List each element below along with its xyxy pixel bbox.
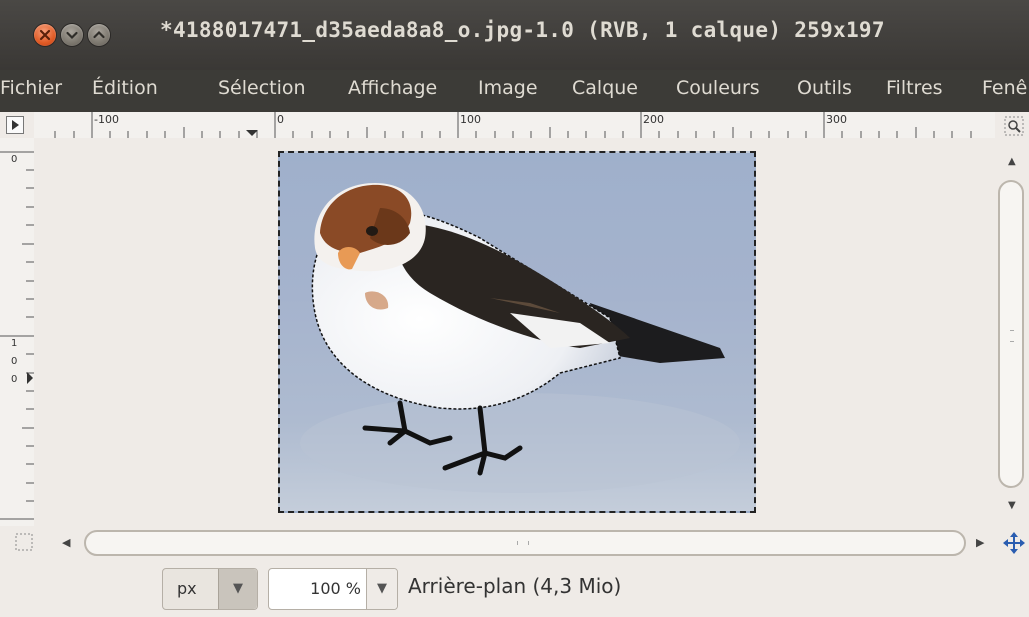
hruler-label-300: 300 [826, 113, 847, 126]
menu-view[interactable]: Affichage [348, 77, 437, 99]
menu-windows[interactable]: Fenê [982, 77, 1027, 99]
vruler-label-0c: 0 [11, 374, 17, 385]
zoom-selector[interactable]: 100 % ▼ [268, 568, 398, 610]
unit-value: px [177, 579, 197, 598]
scroll-down-arrow-icon[interactable]: ▼ [1008, 500, 1016, 511]
menu-edit[interactable]: Édition [92, 77, 158, 99]
menu-colors[interactable]: Couleurs [676, 77, 760, 99]
window-title: *4188017471_d35aeda8a8_o.jpg-1.0 (RVB, 1… [160, 18, 885, 42]
unit-selector[interactable]: px ▼ [162, 568, 258, 610]
scroll-left-arrow-icon[interactable]: ◀ [62, 536, 70, 549]
hruler-label-100: 100 [460, 113, 481, 126]
vruler-pointer-icon [27, 372, 33, 384]
layer-status-text: Arrière-plan (4,3 Mio) [408, 574, 622, 598]
vertical-scrollbar[interactable] [998, 180, 1024, 488]
zoom-fit-icon[interactable] [1004, 116, 1024, 136]
horizontal-scrollbar[interactable] [84, 530, 966, 556]
close-icon[interactable] [34, 24, 56, 46]
snow-bunting-photo [300, 183, 740, 493]
quick-mask-toggle-icon[interactable] [14, 532, 34, 552]
navigate-move-icon[interactable] [1002, 531, 1026, 555]
horizontal-ruler[interactable]: -100 0 100 200 300 [34, 112, 995, 139]
hruler-label-0: 0 [277, 113, 284, 126]
vruler-label-0: 0 [11, 154, 17, 165]
minimize-icon[interactable] [61, 24, 83, 46]
scroll-up-arrow-icon[interactable]: ▲ [1008, 156, 1016, 167]
menu-file[interactable]: Fichier [0, 77, 62, 99]
title-bar: *4188017471_d35aeda8a8_o.jpg-1.0 (RVB, 1… [0, 0, 1029, 70]
menu-filters[interactable]: Filtres [886, 77, 943, 99]
horizontal-scrollbar-grip[interactable] [517, 541, 529, 545]
vruler-label-0b: 0 [11, 356, 17, 367]
ruler-pointer-icon [246, 130, 258, 136]
menu-select[interactable]: Sélection [218, 77, 306, 99]
vertical-scrollbar-grip[interactable] [1010, 330, 1014, 342]
vertical-ruler[interactable]: 0 1 0 0 [0, 138, 35, 526]
navigation-menu-button[interactable] [6, 116, 24, 134]
menu-tools[interactable]: Outils [797, 77, 852, 99]
hruler-label-200: 200 [643, 113, 664, 126]
scroll-right-arrow-icon[interactable]: ▶ [976, 536, 984, 549]
menu-layer[interactable]: Calque [572, 77, 638, 99]
hruler-label-minus100: -100 [94, 113, 119, 126]
zoom-value[interactable]: 100 % [310, 579, 361, 598]
menu-bar: Fichier Édition Sélection Affichage Imag… [0, 70, 1029, 112]
vruler-label-1: 1 [11, 338, 17, 349]
chevron-down-icon[interactable]: ▼ [218, 569, 257, 609]
chevron-down-icon[interactable]: ▼ [366, 569, 397, 609]
menu-image[interactable]: Image [478, 77, 538, 99]
image-layer[interactable] [278, 151, 756, 513]
maximize-icon[interactable] [88, 24, 110, 46]
